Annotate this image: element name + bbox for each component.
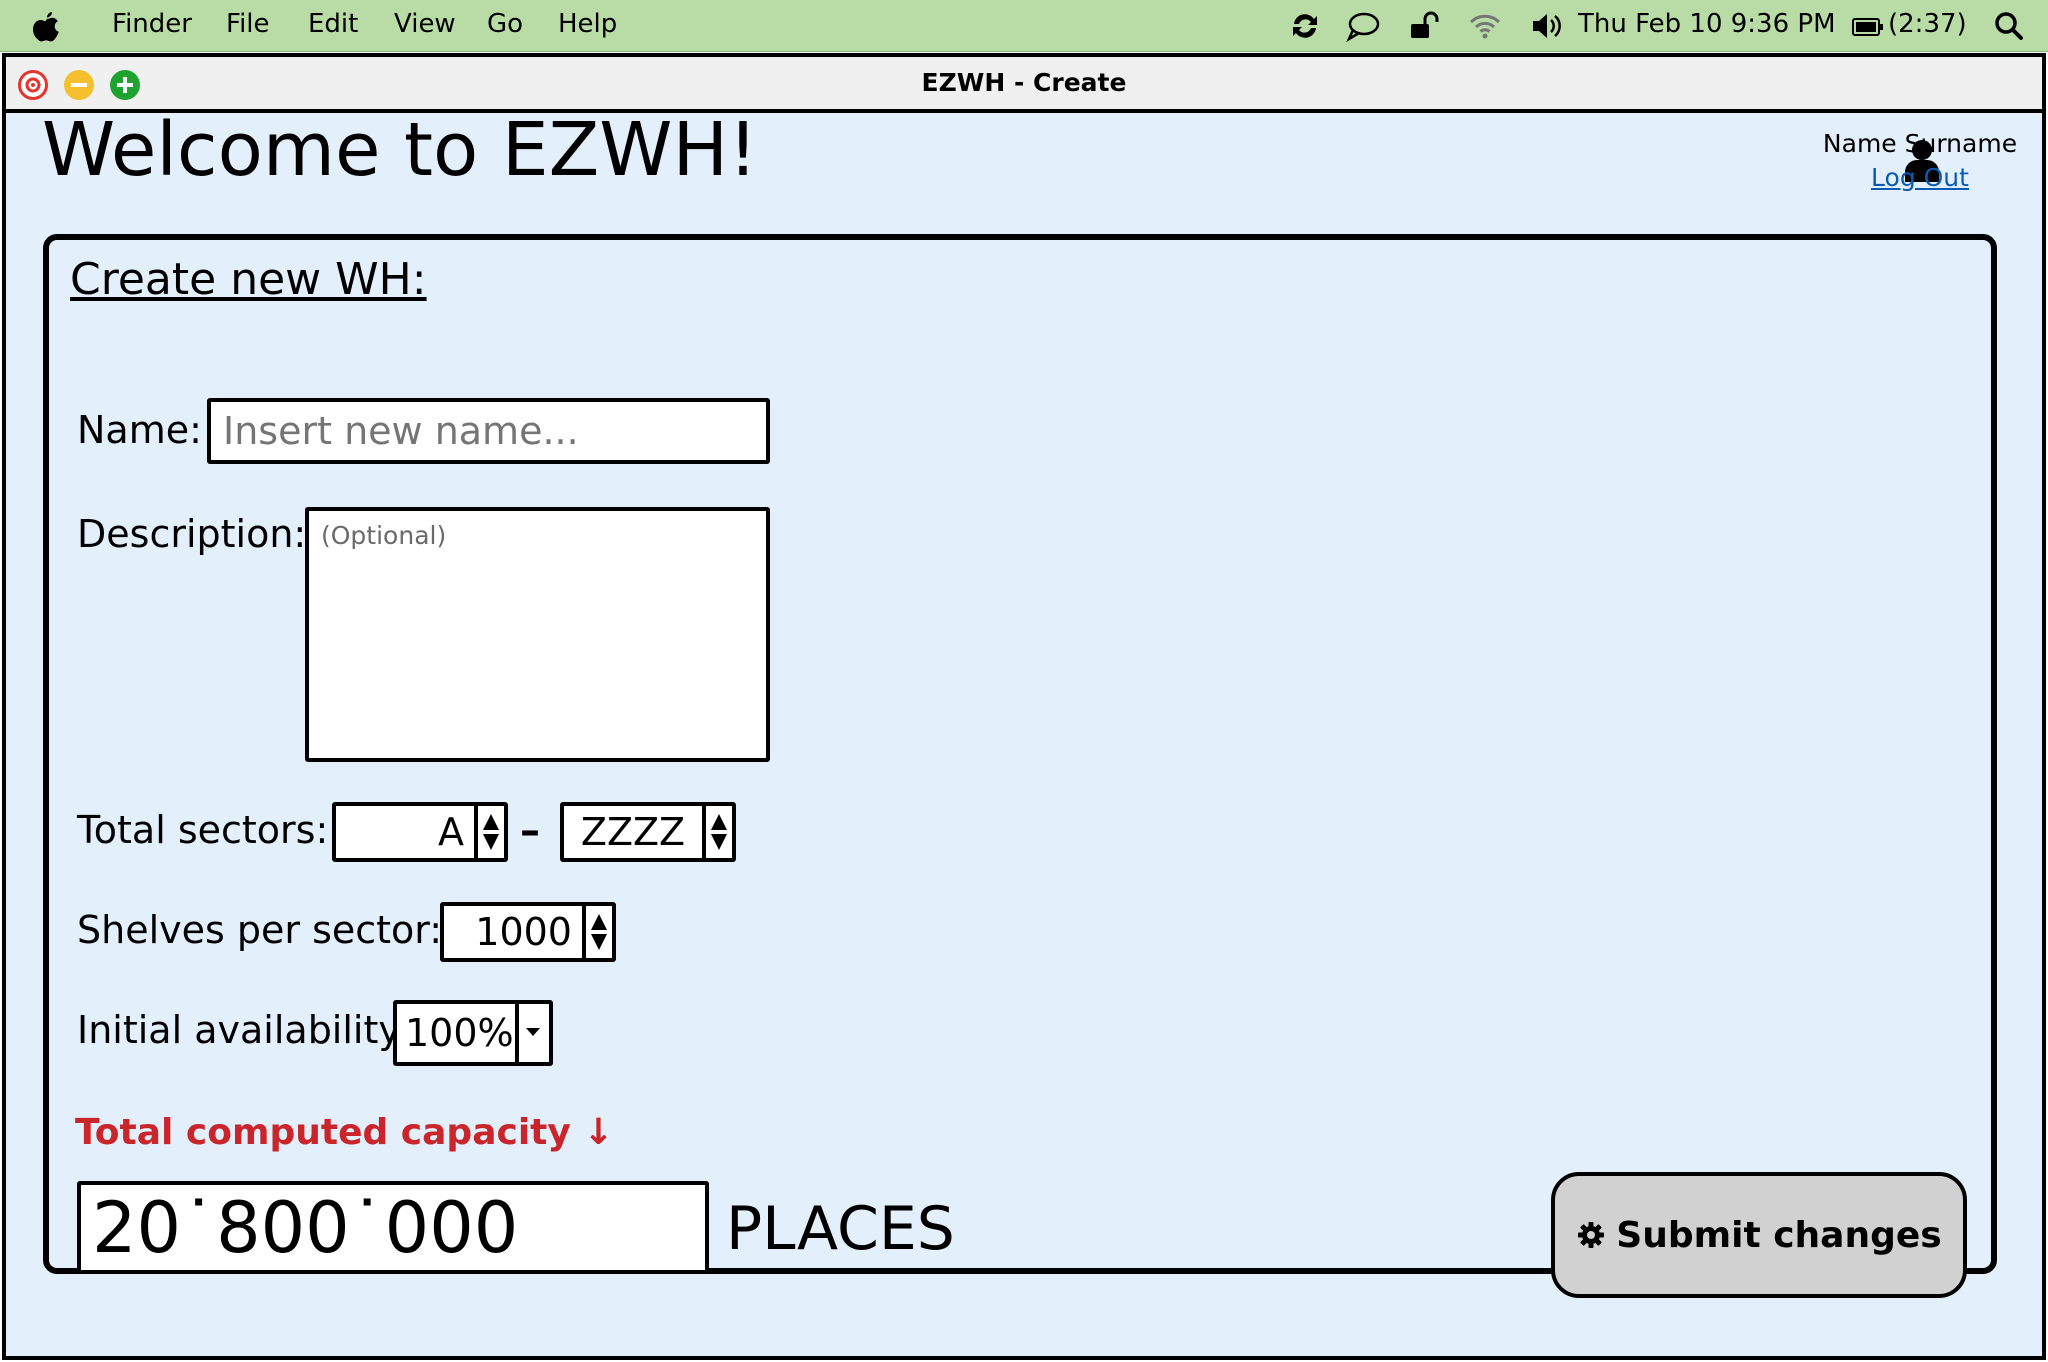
total-sectors-label: Total sectors: xyxy=(77,808,329,852)
shelves-per-sector-label: Shelves per sector: xyxy=(77,908,443,952)
shelves-value: 1000 xyxy=(475,910,572,954)
decrement-icon[interactable] xyxy=(711,834,727,850)
increment-icon[interactable] xyxy=(483,814,499,830)
menu-go[interactable]: Go xyxy=(487,8,523,40)
availability-value: 100% xyxy=(405,1011,514,1055)
logout-link[interactable]: Log Out xyxy=(1820,162,2020,194)
shelves-stepper[interactable]: 1000 xyxy=(440,902,616,962)
page-title: Welcome to EZWH! xyxy=(42,107,758,193)
sector-from-value: A xyxy=(438,810,464,854)
submit-button[interactable]: Submit changes xyxy=(1551,1172,1967,1298)
submit-label: Submit changes xyxy=(1616,1214,1942,1256)
name-input[interactable] xyxy=(207,398,770,464)
sector-from-arrows[interactable] xyxy=(474,806,504,858)
sector-to-stepper[interactable]: ZZZZ xyxy=(560,802,736,862)
increment-icon[interactable] xyxy=(591,914,607,930)
volume-icon[interactable] xyxy=(1530,10,1564,42)
battery-time: (2:37) xyxy=(1888,9,1967,39)
dropdown-button[interactable] xyxy=(515,1004,549,1062)
increment-icon[interactable] xyxy=(711,814,727,830)
sector-to-arrows[interactable] xyxy=(702,806,732,858)
shelves-arrows[interactable] xyxy=(582,906,612,958)
panel-title: Create new WH: xyxy=(70,254,427,305)
capacity-label: Total computed capacity ↓ xyxy=(75,1112,614,1153)
description-textarea[interactable] xyxy=(305,507,770,762)
user-name: Name Surname xyxy=(1822,129,2018,158)
initial-availability-label: Initial availability: xyxy=(77,1008,411,1052)
gear-icon xyxy=(1578,1222,1605,1248)
apple-icon[interactable] xyxy=(32,10,62,44)
decrement-icon[interactable] xyxy=(483,834,499,850)
sector-to-value: ZZZZ xyxy=(580,810,686,854)
unlock-icon[interactable] xyxy=(1408,10,1442,42)
description-label: Description: xyxy=(77,512,307,556)
decrement-icon[interactable] xyxy=(591,934,607,950)
capacity-unit: PLACES xyxy=(726,1194,955,1264)
menu-file[interactable]: File xyxy=(226,8,270,40)
name-label: Name: xyxy=(77,408,202,452)
search-icon[interactable] xyxy=(1992,10,2026,42)
wifi-icon[interactable] xyxy=(1468,10,1502,42)
sector-from-stepper[interactable]: A xyxy=(332,802,508,862)
range-separator: – xyxy=(520,808,540,854)
menubar-datetime[interactable]: Thu Feb 10 9:36 PM xyxy=(1578,8,1836,40)
capacity-value: 20˙800˙000 xyxy=(92,1187,519,1269)
battery-icon[interactable] xyxy=(1852,18,1884,36)
menu-help[interactable]: Help xyxy=(558,8,617,40)
menu-bar: Finder File Edit View Go Help Thu Feb 10… xyxy=(0,0,2048,52)
chevron-down-icon xyxy=(526,1028,540,1036)
availability-dropdown[interactable]: 100% xyxy=(393,1000,553,1066)
menu-edit[interactable]: Edit xyxy=(308,8,358,40)
menu-finder[interactable]: Finder xyxy=(112,8,192,40)
chat-bubble-icon[interactable] xyxy=(1346,10,1380,42)
window-title: EZWH - Create xyxy=(921,68,1127,97)
sync-icon[interactable] xyxy=(1288,10,1322,42)
menu-view[interactable]: View xyxy=(394,8,456,40)
